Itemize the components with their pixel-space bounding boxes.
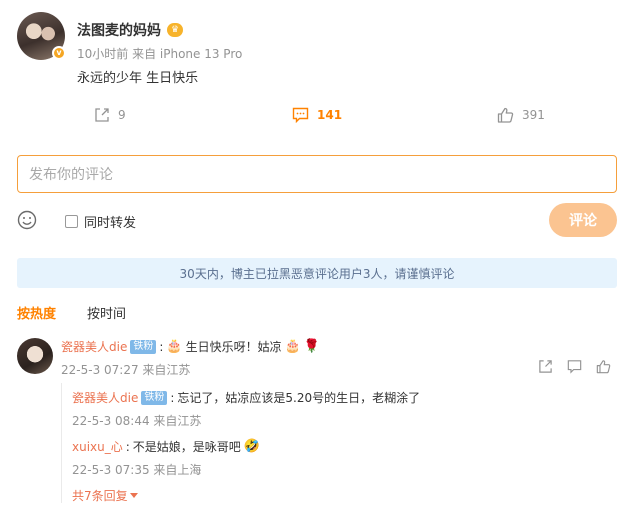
post-header: v 法图麦的妈妈 ♛ 10小时前 来自 iPhone 13 Pro 永远的少年 … (17, 12, 617, 92)
comment-content: 瓷器美人die 铁粉 : 🎂 生日快乐呀！姑凉 🎂 🌹 (61, 338, 320, 355)
comment-icon (292, 107, 309, 123)
more-replies-label: 共7条回复 (72, 489, 128, 503)
repost-comment-icon[interactable] (538, 359, 553, 374)
reply-content: xuixu_心 : 不是姑娘，是咏哥吧 🤣 (72, 438, 260, 455)
share-icon (95, 108, 109, 122)
comment-sort-tabs: 按热度 按时间 (17, 303, 126, 322)
comment-meta: 22-5-3 07:27 来自江苏 (61, 363, 191, 377)
comment-count: 141 (317, 108, 343, 122)
reply-colon: : (125, 439, 130, 454)
post-username[interactable]: 法图麦的妈妈 (77, 20, 161, 40)
rose-icon: 🌹 (303, 338, 320, 354)
cake-icon: 🎂 (166, 338, 183, 354)
reply-text: 不是姑娘，是咏哥吧 (132, 440, 241, 454)
blocked-users-notice: 30天内，博主已拉黑恶意评论用户3人，请谨慎评论 (17, 258, 617, 288)
thumbs-up-icon (497, 107, 514, 123)
fan-badge: 铁粉 (130, 339, 157, 354)
comment-text: 生日快乐呀！姑凉 (185, 340, 282, 354)
comment-input[interactable]: 发布你的评论 (17, 155, 617, 193)
repost-toggle[interactable]: 同时转发 (65, 212, 136, 231)
repost-checkbox[interactable] (65, 215, 78, 228)
comment-input-placeholder: 发布你的评论 (29, 167, 113, 183)
comment-button[interactable]: 141 (292, 104, 342, 126)
reply-text: 忘记了，姑凉应该是5.20号的生日，老糊涂了 (177, 391, 421, 405)
composer-toolbar: 同时转发 评论 (17, 203, 617, 237)
share-count: 9 (118, 108, 126, 122)
repost-label: 同时转发 (84, 216, 137, 231)
submit-comment-button[interactable]: 评论 (549, 203, 617, 237)
cake-icon: 🎂 (284, 338, 301, 354)
tab-sort-time[interactable]: 按时间 (87, 303, 126, 322)
emoji-smile-icon[interactable] (17, 210, 37, 230)
reply-colon: : (170, 390, 175, 405)
reply-thread: 瓷器美人die 铁粉 : 忘记了，姑凉应该是5.20号的生日，老糊涂了 22-5… (61, 383, 617, 503)
like-button[interactable]: 391 (497, 104, 545, 126)
reply-author[interactable]: xuixu_心 (72, 438, 123, 455)
reply-icon[interactable] (567, 359, 582, 374)
commenter-name[interactable]: 瓷器美人die (61, 338, 127, 355)
post-actions: 9 141 391 (0, 104, 637, 128)
like-count: 391 (522, 108, 545, 122)
tab-sort-hot[interactable]: 按热度 (17, 303, 56, 322)
reply-author[interactable]: 瓷器美人die (72, 389, 138, 406)
post-meta: 10小时前 来自 iPhone 13 Pro (77, 47, 243, 61)
reply-content: 瓷器美人die 铁粉 : 忘记了，姑凉应该是5.20号的生日，老糊涂了 (72, 389, 420, 406)
post-text: 永远的少年 生日快乐 (77, 71, 199, 86)
reply-meta: 22-5-3 08:44 来自江苏 (72, 414, 202, 428)
share-button[interactable]: 9 (94, 104, 126, 126)
verified-badge-icon: v (52, 46, 66, 60)
commenter-avatar[interactable] (17, 338, 53, 374)
more-replies-link[interactable]: 共7条回复 (72, 487, 138, 504)
thumbs-up-icon[interactable] (596, 359, 611, 374)
comment-actions (538, 359, 611, 374)
comment-colon: : (159, 339, 164, 354)
reply-meta: 22-5-3 07:35 来自上海 (72, 463, 202, 477)
post-username-row: 法图麦的妈妈 ♛ (77, 20, 183, 40)
member-crown-icon: ♛ (167, 23, 183, 37)
fan-badge: 铁粉 (141, 390, 168, 405)
laughing-crying-icon: 🤣 (243, 438, 260, 454)
chevron-down-icon (129, 493, 138, 498)
